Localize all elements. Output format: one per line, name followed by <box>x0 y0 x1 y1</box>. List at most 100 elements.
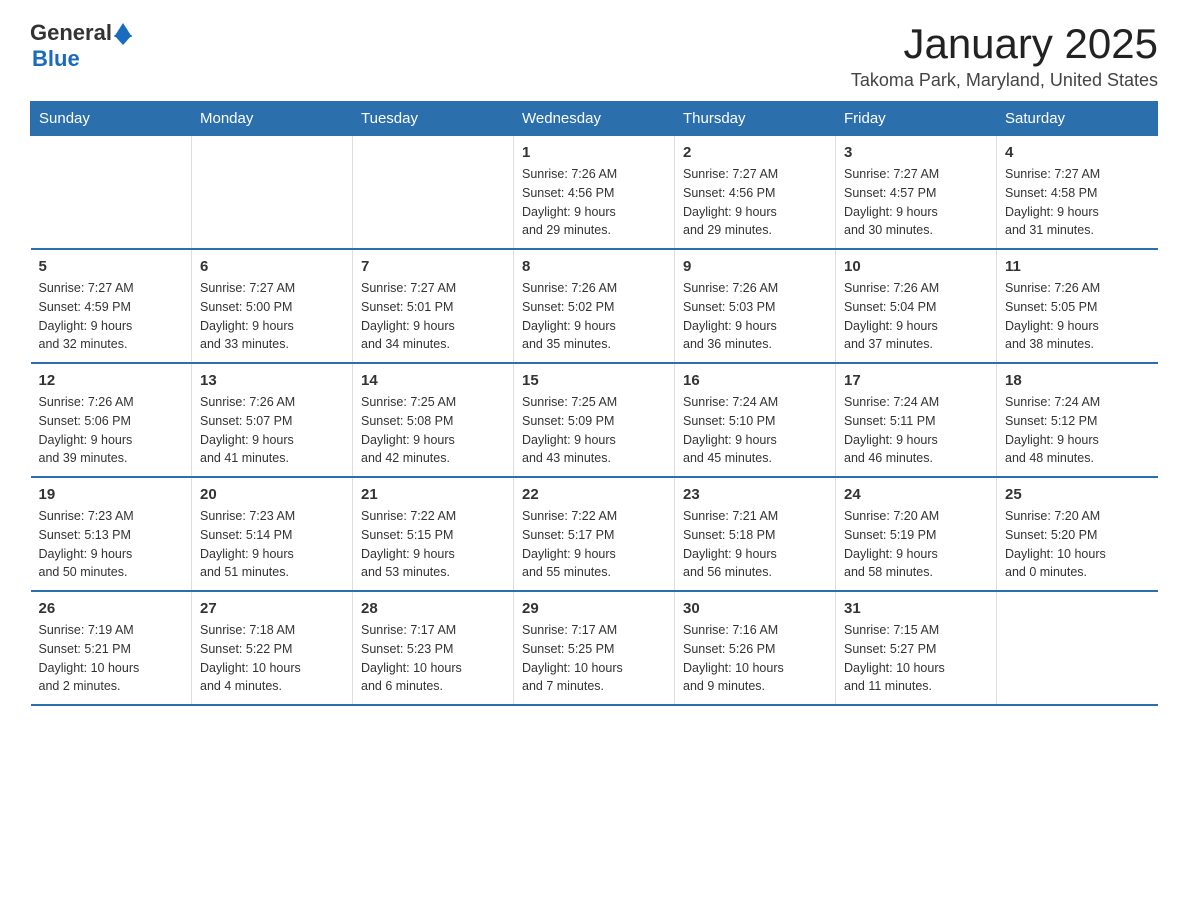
day-number: 16 <box>683 372 827 389</box>
day-info: Sunrise: 7:26 AM Sunset: 5:07 PM Dayligh… <box>200 393 344 468</box>
day-info: Sunrise: 7:23 AM Sunset: 5:14 PM Dayligh… <box>200 507 344 582</box>
day-number: 5 <box>39 258 184 275</box>
day-info: Sunrise: 7:26 AM Sunset: 5:06 PM Dayligh… <box>39 393 184 468</box>
calendar-cell: 2 Sunrise: 7:27 AM Sunset: 4:56 PM Daylig… <box>675 136 836 250</box>
calendar-cell <box>192 136 353 250</box>
calendar-week-row: 26Sunrise: 7:19 AM Sunset: 5:21 PM Dayli… <box>31 591 1158 705</box>
day-info: Sunrise: 7:27 AM Sunset: 4:56 PM Dayligh… <box>683 165 827 240</box>
day-info: Sunrise: 7:15 AM Sunset: 5:27 PM Dayligh… <box>844 621 988 696</box>
day-number: 25 <box>1005 486 1150 503</box>
calendar-cell: 9Sunrise: 7:26 AM Sunset: 5:03 PM Daylig… <box>675 249 836 363</box>
day-info: Sunrise: 7:27 AM Sunset: 4:59 PM Dayligh… <box>39 279 184 354</box>
calendar-cell: 13 Sunrise: 7:26 AM Sunset: 5:07 PM Dayli… <box>192 363 353 477</box>
calendar-cell: 7 Sunrise: 7:27 AM Sunset: 5:01 PM Daylig… <box>353 249 514 363</box>
day-info: Sunrise: 7:26 AM Sunset: 5:05 PM Dayligh… <box>1005 279 1150 354</box>
day-info: Sunrise: 7:17 AM Sunset: 5:23 PM Dayligh… <box>361 621 505 696</box>
calendar-cell: 21Sunrise: 7:22 AM Sunset: 5:15 PM Dayli… <box>353 477 514 591</box>
page-header: General Blue January 2025 Takoma Park, M… <box>30 20 1158 91</box>
calendar-cell: 15 Sunrise: 7:25 AM Sunset: 5:09 PM Dayli… <box>514 363 675 477</box>
day-number: 21 <box>361 486 505 503</box>
day-info: Sunrise: 7:24 AM Sunset: 5:12 PM Dayligh… <box>1005 393 1150 468</box>
calendar-cell <box>31 136 192 250</box>
weekday-header-thursday: Thursday <box>675 102 836 136</box>
day-number: 20 <box>200 486 344 503</box>
calendar-cell: 26Sunrise: 7:19 AM Sunset: 5:21 PM Dayli… <box>31 591 192 705</box>
day-number: 31 <box>844 600 988 617</box>
day-number: 23 <box>683 486 827 503</box>
calendar-cell: 29Sunrise: 7:17 AM Sunset: 5:25 PM Dayli… <box>514 591 675 705</box>
calendar-cell: 11Sunrise: 7:26 AM Sunset: 5:05 PM Dayli… <box>997 249 1158 363</box>
day-info: Sunrise: 7:22 AM Sunset: 5:17 PM Dayligh… <box>522 507 666 582</box>
day-number: 1 <box>522 144 666 161</box>
calendar-cell: 3Sunrise: 7:27 AM Sunset: 4:57 PM Daylig… <box>836 136 997 250</box>
calendar-title: January 2025 <box>851 20 1158 68</box>
weekday-header-friday: Friday <box>836 102 997 136</box>
weekday-header-sunday: Sunday <box>31 102 192 136</box>
day-info: Sunrise: 7:26 AM Sunset: 5:04 PM Dayligh… <box>844 279 988 354</box>
day-number: 10 <box>844 258 988 275</box>
logo-blue-text: Blue <box>32 46 80 72</box>
day-number: 29 <box>522 600 666 617</box>
day-number: 7 <box>361 258 505 275</box>
calendar-cell: 16 Sunrise: 7:24 AM Sunset: 5:10 PM Dayli… <box>675 363 836 477</box>
calendar-cell: 27Sunrise: 7:18 AM Sunset: 5:22 PM Dayli… <box>192 591 353 705</box>
day-number: 26 <box>39 600 184 617</box>
day-number: 12 <box>39 372 184 389</box>
weekday-header-wednesday: Wednesday <box>514 102 675 136</box>
day-number: 19 <box>39 486 184 503</box>
day-number: 18 <box>1005 372 1150 389</box>
calendar-week-row: 1 Sunrise: 7:26 AM Sunset: 4:56 PM Daylig… <box>31 136 1158 250</box>
day-number: 13 <box>200 372 344 389</box>
title-section: January 2025 Takoma Park, Maryland, Unit… <box>851 20 1158 91</box>
day-number: 2 <box>683 144 827 161</box>
calendar-subtitle: Takoma Park, Maryland, United States <box>851 70 1158 91</box>
calendar-cell: 19 Sunrise: 7:23 AM Sunset: 5:13 PM Dayli… <box>31 477 192 591</box>
calendar-cell: 23 Sunrise: 7:21 AM Sunset: 5:18 PM Dayli… <box>675 477 836 591</box>
calendar-cell <box>997 591 1158 705</box>
calendar-week-row: 5 Sunrise: 7:27 AM Sunset: 4:59 PM Daylig… <box>31 249 1158 363</box>
day-info: Sunrise: 7:26 AM Sunset: 5:03 PM Dayligh… <box>683 279 827 354</box>
weekday-header-tuesday: Tuesday <box>353 102 514 136</box>
calendar-cell: 18 Sunrise: 7:24 AM Sunset: 5:12 PM Dayli… <box>997 363 1158 477</box>
day-info: Sunrise: 7:24 AM Sunset: 5:11 PM Dayligh… <box>844 393 988 468</box>
day-number: 17 <box>844 372 988 389</box>
calendar-cell: 31 Sunrise: 7:15 AM Sunset: 5:27 PM Dayli… <box>836 591 997 705</box>
day-info: Sunrise: 7:25 AM Sunset: 5:09 PM Dayligh… <box>522 393 666 468</box>
day-info: Sunrise: 7:26 AM Sunset: 5:02 PM Dayligh… <box>522 279 666 354</box>
day-info: Sunrise: 7:16 AM Sunset: 5:26 PM Dayligh… <box>683 621 827 696</box>
calendar-cell: 22Sunrise: 7:22 AM Sunset: 5:17 PM Dayli… <box>514 477 675 591</box>
day-info: Sunrise: 7:20 AM Sunset: 5:20 PM Dayligh… <box>1005 507 1150 582</box>
day-info: Sunrise: 7:23 AM Sunset: 5:13 PM Dayligh… <box>39 507 184 582</box>
calendar-week-row: 12 Sunrise: 7:26 AM Sunset: 5:06 PM Dayli… <box>31 363 1158 477</box>
calendar-cell: 24 Sunrise: 7:20 AM Sunset: 5:19 PM Dayli… <box>836 477 997 591</box>
calendar-cell: 30 Sunrise: 7:16 AM Sunset: 5:26 PM Dayli… <box>675 591 836 705</box>
day-number: 30 <box>683 600 827 617</box>
day-info: Sunrise: 7:25 AM Sunset: 5:08 PM Dayligh… <box>361 393 505 468</box>
day-info: Sunrise: 7:27 AM Sunset: 4:58 PM Dayligh… <box>1005 165 1150 240</box>
day-info: Sunrise: 7:27 AM Sunset: 5:00 PM Dayligh… <box>200 279 344 354</box>
weekday-header-monday: Monday <box>192 102 353 136</box>
day-number: 27 <box>200 600 344 617</box>
calendar-cell: 20 Sunrise: 7:23 AM Sunset: 5:14 PM Dayli… <box>192 477 353 591</box>
weekday-header-row: SundayMondayTuesdayWednesdayThursdayFrid… <box>31 102 1158 136</box>
day-info: Sunrise: 7:26 AM Sunset: 4:56 PM Dayligh… <box>522 165 666 240</box>
calendar-cell: 4Sunrise: 7:27 AM Sunset: 4:58 PM Daylig… <box>997 136 1158 250</box>
day-info: Sunrise: 7:27 AM Sunset: 5:01 PM Dayligh… <box>361 279 505 354</box>
logo: General Blue <box>30 20 132 72</box>
calendar-table: SundayMondayTuesdayWednesdayThursdayFrid… <box>30 101 1158 706</box>
calendar-cell: 28 Sunrise: 7:17 AM Sunset: 5:23 PM Dayli… <box>353 591 514 705</box>
day-info: Sunrise: 7:21 AM Sunset: 5:18 PM Dayligh… <box>683 507 827 582</box>
day-number: 6 <box>200 258 344 275</box>
day-info: Sunrise: 7:20 AM Sunset: 5:19 PM Dayligh… <box>844 507 988 582</box>
day-number: 15 <box>522 372 666 389</box>
day-info: Sunrise: 7:24 AM Sunset: 5:10 PM Dayligh… <box>683 393 827 468</box>
calendar-cell <box>353 136 514 250</box>
day-number: 14 <box>361 372 505 389</box>
calendar-cell: 17 Sunrise: 7:24 AM Sunset: 5:11 PM Dayli… <box>836 363 997 477</box>
day-number: 3 <box>844 144 988 161</box>
day-number: 28 <box>361 600 505 617</box>
calendar-cell: 12 Sunrise: 7:26 AM Sunset: 5:06 PM Dayli… <box>31 363 192 477</box>
day-number: 24 <box>844 486 988 503</box>
calendar-week-row: 19 Sunrise: 7:23 AM Sunset: 5:13 PM Dayli… <box>31 477 1158 591</box>
calendar-cell: 1 Sunrise: 7:26 AM Sunset: 4:56 PM Daylig… <box>514 136 675 250</box>
